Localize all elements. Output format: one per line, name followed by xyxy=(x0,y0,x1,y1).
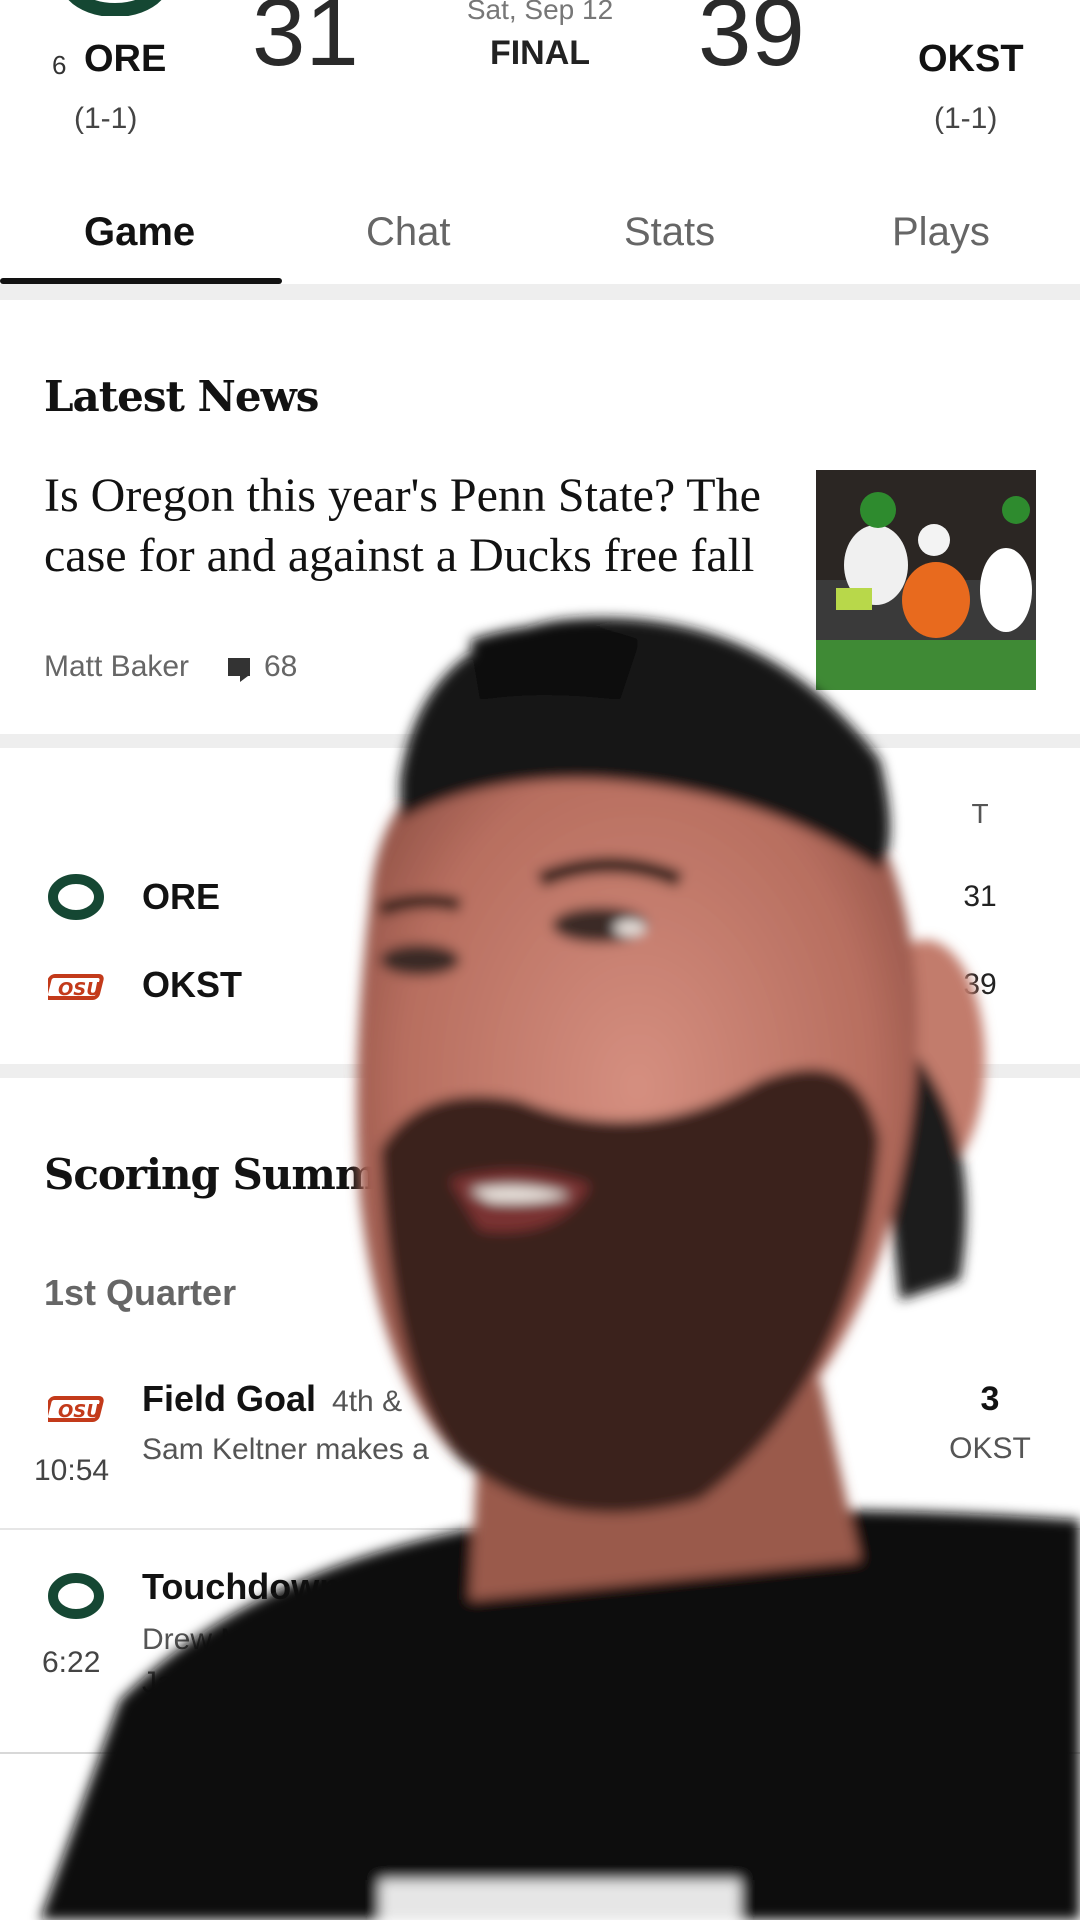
comment-count[interactable]: 68 xyxy=(264,650,297,684)
play-type: Field Goal 4th & xyxy=(142,1378,402,1420)
bottom-nav-bar xyxy=(0,1752,1080,1922)
svg-text:OSU: OSU xyxy=(58,1401,101,1422)
news-author: Matt Baker xyxy=(44,650,190,683)
okst-logo xyxy=(940,0,984,16)
play-time: 6:22 xyxy=(42,1646,101,1679)
box-score-team: ORE xyxy=(142,876,221,917)
list-divider xyxy=(0,1528,1080,1530)
play-description: Sam Keltner makes a xyxy=(142,1433,429,1466)
play-description-line: Jackson and retu xyxy=(142,1666,371,1699)
latest-news-title: Latest News xyxy=(44,372,319,421)
play-situation: 4th & xyxy=(332,1385,403,1418)
away-team-record: (1-1) xyxy=(74,102,138,135)
news-headline[interactable]: Is Oregon this year's Penn State? The ca… xyxy=(44,466,784,586)
news-thumbnail[interactable] xyxy=(816,470,1036,690)
box-score-total: 39 xyxy=(963,968,997,1001)
home-team-abbr: OKST xyxy=(918,38,1024,80)
play-team: OKST xyxy=(949,1432,1031,1465)
total-column-header: T xyxy=(971,798,989,829)
scoring-summary-title: Scoring Summa xyxy=(44,1150,405,1199)
oregon-logo xyxy=(48,1573,104,1619)
svg-text:OSU: OSU xyxy=(58,979,101,1000)
play-situation: 3rd & 5 at xyxy=(357,1573,488,1606)
play-description-line: Drew Mestemaker's pa xyxy=(142,1623,448,1656)
comment-icon xyxy=(228,658,250,682)
okst-logo: OSU xyxy=(43,1392,108,1426)
box-score-team: OKST xyxy=(142,964,243,1005)
play-points: 3 xyxy=(980,1380,1000,1418)
play-type-label: Touchdown xyxy=(142,1566,342,1607)
game-date: Sat, Sep 12 xyxy=(466,0,614,25)
box-score-total: 31 xyxy=(963,880,997,913)
play-description: Drew Mestemaker's pa Jackson and retu (G… xyxy=(142,1618,962,1747)
quarter-label: 1st Quarter xyxy=(44,1272,237,1313)
home-icon[interactable] xyxy=(106,1780,158,1836)
section-divider xyxy=(0,1064,1080,1078)
tab-chat[interactable]: Chat xyxy=(366,210,451,255)
home-team-record: (1-1) xyxy=(934,102,998,135)
home-score: 39 xyxy=(698,0,805,86)
section-divider xyxy=(0,284,1080,300)
tab-game[interactable]: Game xyxy=(84,210,195,255)
tab-stats[interactable]: Stats xyxy=(624,210,715,255)
play-time: 10:54 xyxy=(34,1454,110,1487)
play-description-line: (Gage H xyxy=(142,1709,256,1742)
play-type-label: Field Goal xyxy=(142,1378,317,1419)
game-tabs: Game Chat Stats Plays xyxy=(0,200,1080,286)
okst-logo: OSU xyxy=(43,970,108,1004)
play-type: Touchdown 3rd & 5 at xyxy=(142,1566,487,1608)
section-divider xyxy=(0,734,1080,748)
tab-plays[interactable]: Plays xyxy=(892,210,990,255)
oregon-logo xyxy=(48,874,104,920)
